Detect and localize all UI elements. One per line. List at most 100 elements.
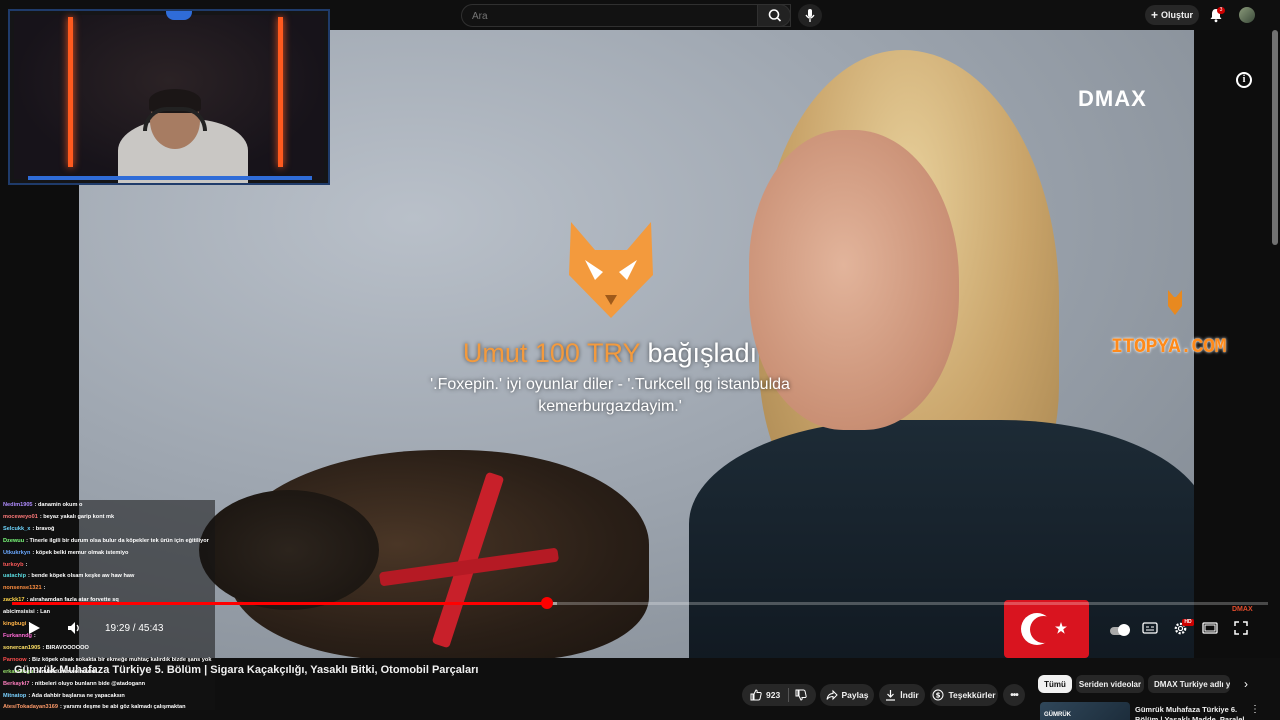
chat-message: Dzewuu: Tinerle ilgili bir durum olsa bu… (0, 536, 215, 548)
chat-text: : köpek belki memur olmak istemiyo (32, 549, 129, 556)
player-controls: 19:29 / 45:43 HD (0, 618, 1280, 646)
create-label: Oluştur (1161, 10, 1194, 20)
donation-message: '.Foxepin.' iyi oyunlar diler - '.Turkce… (430, 376, 790, 415)
video-title: Gümrük Muhafaza Türkiye 5. Bölüm | Sigar… (14, 664, 479, 676)
fullscreen-button[interactable] (1231, 618, 1251, 638)
chat-message: Selcukk_x: bravoğ (0, 524, 215, 536)
time-display: 19:29 / 45:43 (105, 623, 164, 634)
more-vertical-icon[interactable]: ⋮ (1250, 704, 1260, 718)
dmax-corner-watermark: DMAX (1232, 606, 1253, 613)
hd-badge: HD (1182, 619, 1194, 626)
streamer-webcam (8, 9, 330, 185)
recommendation-thumbnail[interactable]: GÜMRÜK (1040, 702, 1130, 720)
chat-username[interactable]: abicimsisisi (3, 609, 35, 615)
chat-text: : Ada dahbir başlarsa ne yapacaksın (28, 692, 125, 699)
chat-text: : (43, 585, 46, 592)
play-icon (29, 622, 40, 634)
donor-amount: Umut 100 TRY (462, 338, 640, 368)
progress-played (12, 602, 548, 605)
play-button[interactable] (24, 618, 44, 638)
chat-username[interactable]: AtesiTokadayan3169 (3, 704, 58, 710)
dmax-logo: DMAX (1078, 86, 1147, 111)
chat-message: AtesiTokadayan3169: yarsmı deşme be abi … (0, 702, 215, 710)
like-dislike-divider (788, 688, 789, 702)
chevron-right-icon[interactable]: › (1238, 676, 1254, 692)
notification-count-badge: 3 (1217, 7, 1225, 14)
search-box[interactable] (461, 4, 791, 27)
info-icon[interactable]: i (1236, 72, 1252, 88)
chat-username[interactable]: Berkaykl7 (3, 681, 29, 687)
chat-username[interactable]: Parnoow (3, 657, 27, 663)
chip-uploader-videos[interactable]: DMAX Turkiye adlı yükleyicinin videoları (1148, 675, 1230, 693)
chat-message: uatachip: bende köpek olsam keşke aw haw… (0, 571, 215, 583)
volume-icon (68, 622, 79, 634)
thanks-label: Teşekkürler (948, 690, 996, 700)
chat-text: : yarsmı deşme be abi göz kalmadı çalışm… (59, 704, 186, 710)
stream-chat-overlay: Nedim1905: danamin okum o moceweyo01: bey… (0, 500, 215, 710)
chat-username[interactable]: Dzewuu (3, 538, 24, 544)
more-actions-button[interactable]: ••• (1003, 684, 1025, 706)
download-icon (886, 690, 896, 701)
search-input[interactable] (472, 8, 752, 24)
captions-button[interactable] (1140, 618, 1160, 638)
theater-mode-button[interactable] (1200, 618, 1220, 638)
fullscreen-icon (1234, 621, 1248, 635)
donation-verb: bağışladı (640, 338, 758, 368)
dog-head-figure (199, 490, 379, 610)
chat-username[interactable]: Mitnatop (3, 693, 26, 699)
download-label: İndir (900, 690, 919, 700)
chip-all[interactable]: Tümü (1038, 675, 1072, 693)
thumbs-down-icon[interactable] (795, 689, 807, 701)
volume-button[interactable] (64, 618, 84, 638)
chat-username[interactable]: Nedim1905 (3, 502, 33, 508)
recommendation-thumbnail-text: GÜMRÜK (1044, 712, 1071, 718)
chat-username[interactable]: Selcukk_x (3, 526, 30, 532)
autoplay-toggle-knob (1118, 624, 1130, 636)
chip-series-videos[interactable]: Seriden videolar (1076, 675, 1144, 693)
thanks-icon: $ (932, 689, 944, 701)
chat-username[interactable]: Utkukrkyn (3, 550, 30, 556)
plus-icon: + (1150, 8, 1158, 22)
donation-title: Umut 100 TRY bağışladı (330, 338, 890, 369)
chat-text: : Lan (36, 609, 51, 616)
chat-text: : beyaz yakalı garip kont mk (39, 513, 115, 520)
chat-message: Berkaykl7: nitbeleri oluyo bunların bide… (0, 679, 215, 691)
chat-username[interactable]: moceweyo01 (3, 514, 38, 520)
fox-icon (569, 222, 653, 318)
thanks-button[interactable]: $ Teşekkürler (930, 684, 998, 706)
chat-text: : Tinerle ilgili bir durum olsa bulur da… (26, 537, 209, 544)
neon-light-right (278, 17, 283, 167)
chat-message: moceweyo01: beyaz yakalı garip kont mk (0, 512, 215, 524)
chat-text: : bravoğ (32, 525, 55, 532)
small-fox-icon (1168, 290, 1182, 315)
user-avatar[interactable] (1239, 7, 1255, 23)
search-icon (768, 9, 782, 22)
chat-text: : nitbeleri oluyo bunların bide @atadoga… (31, 680, 146, 687)
theater-icon (1202, 622, 1218, 634)
search-button[interactable] (757, 4, 791, 27)
share-button[interactable]: Paylaş (820, 684, 874, 706)
thumbs-up-icon (750, 689, 762, 701)
like-count: 923 (766, 690, 781, 700)
voice-search-button[interactable] (798, 4, 822, 27)
youtube-watch-page: + Oluştur 3 DMAX DMAX i (0, 0, 1280, 720)
chat-username[interactable]: turkoyb (3, 562, 24, 568)
chat-message: Mitnatop: Ada dahbir başlarsa ne yapacak… (0, 691, 215, 703)
chat-username[interactable]: nonsense1321 (3, 585, 42, 591)
chat-message: Utkukrkyn: köpek belki memur olmak istem… (0, 548, 215, 560)
mic-icon (805, 9, 815, 22)
svg-text:$: $ (936, 692, 941, 700)
webcam-frame-bar (28, 176, 312, 180)
chat-text: : bende köpek olsam keşke aw haw haw (28, 573, 135, 580)
chat-username[interactable]: uatachip (3, 573, 26, 579)
share-label: Paylaş (841, 690, 869, 700)
download-button[interactable]: İndir (879, 684, 925, 706)
more-horizontal-icon: ••• (1010, 689, 1018, 701)
progress-scrubber[interactable] (541, 597, 554, 609)
captions-icon (1142, 622, 1158, 634)
chat-message: turkoyb: (0, 560, 215, 572)
create-button[interactable]: + Oluştur (1145, 5, 1199, 25)
page-scrollbar[interactable] (1272, 30, 1278, 245)
chat-text: : Biz köpek olsak sokakta bir ekmeğe muh… (28, 656, 212, 663)
recommendation-title[interactable]: Gümrük Muhafaza Türkiye 6. Bölüm | Yasak… (1135, 705, 1245, 720)
